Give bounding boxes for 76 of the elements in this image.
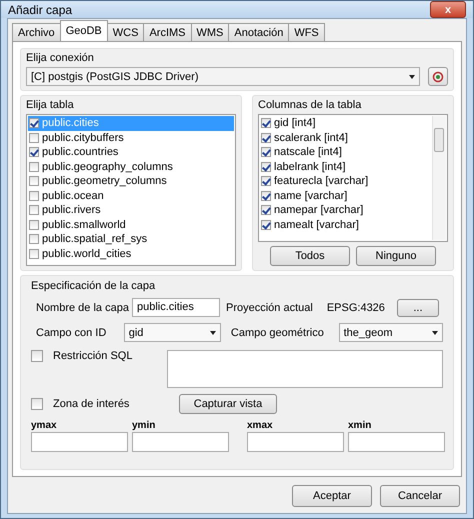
window-title: Añadir capa [8,2,72,16]
select-button[interactable]: Todos [270,246,350,266]
field-label: Campo con ID [35,326,108,338]
group-label: Especificación de la capa [31,280,156,292]
checkbox[interactable] [261,190,271,201]
list-item[interactable]: public.citybuffers [28,130,234,145]
checkbox[interactable] [261,132,271,143]
checkbox[interactable] [261,205,271,216]
group-label: Columnas de la tabla [258,99,362,111]
group-label: Elija tabla [26,99,75,111]
dialog-button[interactable]: Cancelar [380,485,460,507]
tab[interactable]: WMS [190,23,230,41]
field-label: xmin [348,420,372,431]
tab[interactable]: ArcIMS [143,23,192,41]
tab[interactable]: Anotación [228,23,290,41]
field-label: Campo geométrico [230,326,325,338]
checkbox[interactable] [29,176,39,186]
connection-dropdown[interactable]: [C] postgis (PostGIS JDBC Driver) [26,67,420,86]
projection-value: EPSG:4326 [326,302,385,314]
field-label: Proyección actual [226,302,313,314]
column-name: natscale [int4] [274,146,342,158]
tab[interactable]: WCS [106,23,144,41]
list-item[interactable]: public.spatial_ref_sys [28,232,234,246]
column-name: gid [int4] [274,117,316,130]
coordinate-field[interactable] [132,432,229,452]
checkbox[interactable] [261,147,271,158]
checkbox[interactable] [29,118,39,128]
layer-name-field[interactable]: public.cities [132,298,220,317]
coordinate-field[interactable] [31,432,128,452]
checkbox-label: Zona de interés [52,398,130,410]
checkbox[interactable] [29,234,39,244]
column-name: scalerank [int4] [274,132,348,144]
scrollbar[interactable] [432,116,446,240]
column-name: namepar [varchar] [274,204,364,216]
sql-field[interactable] [166,350,443,388]
list-item[interactable]: public.rivers [28,203,234,218]
id-dropdown[interactable]: gid [124,323,221,342]
projection-button[interactable]: ... [396,298,439,316]
column-name: labelrank [int4] [274,160,346,173]
list-item[interactable]: public.ocean [28,188,234,203]
group-label: Elija conexión [26,52,95,64]
checkbox[interactable] [29,248,39,259]
column-name: name [varchar] [274,190,348,202]
field-label: xmax [247,420,274,431]
tab[interactable]: WFS [288,23,325,41]
checkbox[interactable] [261,118,271,128]
checkbox[interactable] [29,220,39,230]
checkbox[interactable] [29,162,39,172]
checkbox[interactable] [261,162,271,172]
tab[interactable]: GeoDB [60,20,108,41]
select-button[interactable]: Ninguno [356,246,436,266]
tab[interactable]: Archivo [12,23,61,41]
checkbox[interactable] [29,190,39,201]
checkbox[interactable] [29,147,39,158]
checkbox[interactable] [31,398,43,410]
column-name: namealt [varchar] [274,218,359,231]
checkbox[interactable] [261,220,271,230]
column-name: featurecla [varchar] [274,175,368,188]
checkbox-label: Restricción SQL [52,350,134,362]
connect-button[interactable] [428,67,448,86]
checkbox[interactable] [29,205,39,216]
field-label: ymin [132,420,156,431]
capture-button[interactable]: Capturar vista [179,394,277,414]
list-item[interactable]: public.geography_columns [28,160,234,174]
checkbox[interactable] [29,132,39,143]
list-item[interactable]: public.geometry_columns [28,174,234,188]
checkbox[interactable] [261,176,271,186]
coordinate-field[interactable] [247,432,344,452]
coordinate-field[interactable] [348,432,445,452]
geometry-dropdown[interactable]: the_geom [338,323,443,342]
checkbox[interactable] [31,350,43,362]
list-item[interactable]: public.world_cities [28,246,234,261]
list-item[interactable]: public.countries [28,145,234,160]
dialog-button[interactable]: Aceptar [292,485,372,507]
list-item[interactable]: public.smallworld [28,218,234,232]
field-label: ymax [31,420,58,431]
